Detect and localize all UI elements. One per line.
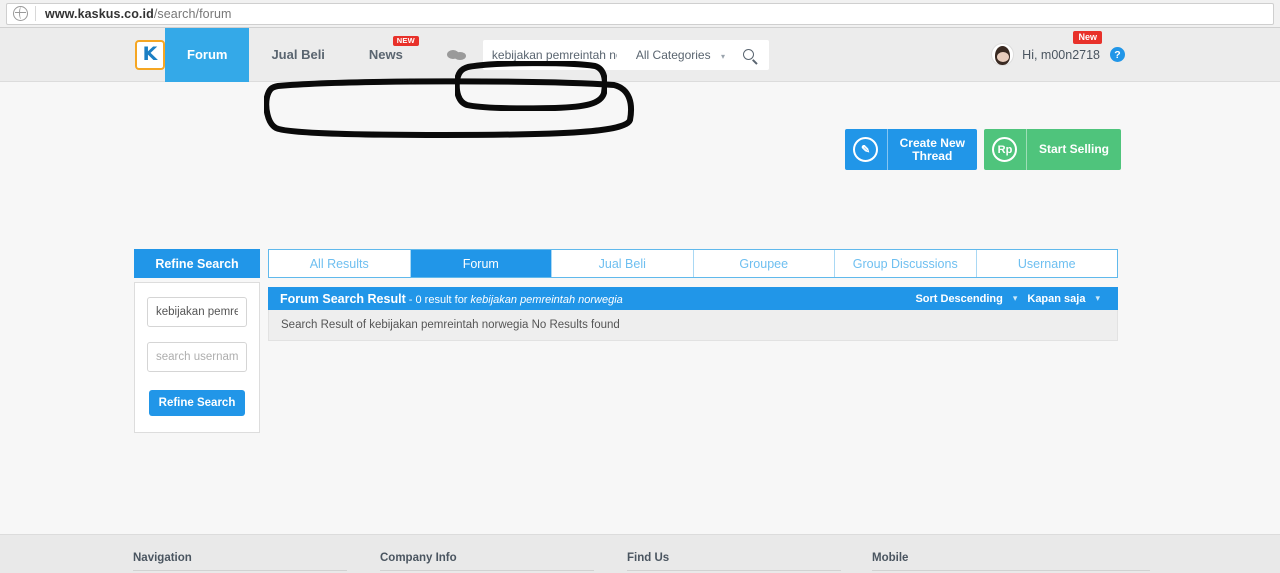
results-count: - 0 result for bbox=[405, 293, 471, 306]
tab-label: All Results bbox=[309, 256, 369, 271]
footer-heading: Find Us bbox=[627, 552, 670, 564]
time-chevron-icon: ▾ bbox=[1095, 293, 1100, 303]
site-footer: Navigation Company Info Find Us Mobile bbox=[0, 534, 1280, 573]
action-buttons: ✎ Create New Thread Rp Start Selling bbox=[844, 129, 1121, 170]
create-new-thread-button[interactable]: ✎ Create New Thread bbox=[844, 129, 977, 170]
globe-icon bbox=[13, 6, 28, 21]
logo-letter: K bbox=[142, 43, 158, 65]
nav-item-news[interactable]: News NEW bbox=[347, 28, 425, 82]
footer-divider bbox=[627, 570, 841, 571]
url-divider bbox=[35, 6, 36, 21]
footer-column-company-info: Company Info bbox=[380, 552, 594, 571]
search-tabs-row: Refine Search All Results Forum Jual Bel… bbox=[134, 249, 1118, 278]
tab-label: Forum bbox=[462, 256, 499, 271]
category-select[interactable]: All Categories ▾ bbox=[626, 48, 729, 62]
footer-heading: Company Info bbox=[380, 552, 457, 564]
pencil-icon: ✎ bbox=[845, 137, 887, 162]
tab-username[interactable]: Username bbox=[976, 250, 1117, 277]
time-filter-button[interactable]: Kapan saja bbox=[1027, 293, 1085, 305]
nav-item-forum[interactable]: Forum bbox=[165, 27, 250, 82]
tab-jual-beli[interactable]: Jual Beli bbox=[552, 250, 694, 277]
footer-column-mobile: Mobile bbox=[872, 552, 1150, 571]
search-input[interactable] bbox=[482, 39, 626, 70]
search-results-panel: Forum Search Result - 0 result for kebij… bbox=[268, 287, 1118, 341]
tab-label: Username bbox=[1017, 256, 1076, 271]
footer-column-find-us: Find Us bbox=[627, 552, 841, 571]
tab-groupee[interactable]: Groupee bbox=[693, 250, 835, 277]
category-label: All Categories bbox=[635, 47, 711, 62]
tab-label: Group Discussions bbox=[852, 256, 958, 271]
avatar bbox=[991, 43, 1015, 66]
results-query: kebijakan pemreintah norwegia bbox=[470, 293, 623, 306]
chevron-down-icon: ▾ bbox=[720, 51, 725, 61]
page-body: ✎ Create New Thread Rp Start Selling Ref… bbox=[0, 61, 1280, 534]
footer-heading: Navigation bbox=[133, 552, 192, 564]
footer-heading: Mobile bbox=[872, 552, 909, 564]
footer-divider bbox=[133, 570, 347, 571]
nav-item-label: News bbox=[368, 47, 403, 62]
refine-username-input[interactable] bbox=[147, 342, 247, 372]
refine-keyword-input[interactable] bbox=[147, 297, 247, 327]
result-tabs: All Results Forum Jual Beli Groupee Grou… bbox=[268, 249, 1118, 278]
tab-group-discussions[interactable]: Group Discussions bbox=[835, 250, 977, 277]
results-header-text: Forum Search Result - 0 result for kebij… bbox=[280, 292, 623, 306]
results-body: Search Result of kebijakan pemreintah no… bbox=[268, 310, 1118, 341]
tab-all-results[interactable]: All Results bbox=[269, 250, 411, 277]
user-greeting: Hi, m00n2718 bbox=[1022, 47, 1100, 62]
results-sort-controls: Sort Descending ▾ Kapan saja ▾ bbox=[915, 293, 1106, 305]
search-button[interactable] bbox=[729, 40, 769, 70]
footer-divider bbox=[872, 570, 1150, 571]
browser-toolbar: www.kaskus.co.id/search/forum bbox=[0, 0, 1280, 28]
results-header: Forum Search Result - 0 result for kebij… bbox=[268, 287, 1118, 310]
nav-item-label: Jual Beli bbox=[271, 47, 325, 62]
footer-divider bbox=[380, 570, 594, 571]
refine-search-panel: Refine Search bbox=[134, 282, 260, 433]
pencil-glyph: ✎ bbox=[853, 137, 879, 162]
tab-label: Jual Beli bbox=[598, 256, 646, 271]
rupiah-icon: Rp bbox=[984, 137, 1026, 162]
create-new-thread-label: Create New Thread bbox=[899, 135, 965, 163]
user-menu[interactable]: Hi, m00n2718 New ? bbox=[991, 31, 1125, 66]
url-domain: www.kaskus.co.id bbox=[45, 6, 154, 21]
tab-label: Groupee bbox=[739, 256, 789, 271]
nav-item-label: Forum bbox=[187, 47, 228, 62]
help-icon[interactable]: ? bbox=[1110, 47, 1125, 62]
tab-forum[interactable]: Forum bbox=[410, 250, 552, 277]
footer-column-navigation: Navigation bbox=[133, 552, 347, 571]
address-bar[interactable]: www.kaskus.co.id/search/forum bbox=[6, 2, 1274, 25]
sort-descending-button[interactable]: Sort Descending bbox=[915, 293, 1002, 305]
kaskus-logo[interactable]: K bbox=[135, 39, 165, 70]
refine-search-tab[interactable]: Refine Search bbox=[134, 249, 260, 278]
nav-item-jual-beli[interactable]: Jual Beli bbox=[249, 28, 346, 82]
url-path: /search/forum bbox=[153, 6, 232, 21]
site-header: K Forum Jual Beli News NEW All Categorie… bbox=[0, 27, 1280, 82]
url-text: www.kaskus.co.id/search/forum bbox=[45, 7, 232, 21]
refine-search-tab-label: Refine Search bbox=[155, 256, 239, 271]
search-icon bbox=[743, 49, 755, 60]
rupiah-glyph: Rp bbox=[992, 137, 1018, 162]
no-results-message: Search Result of kebijakan pemreintah no… bbox=[281, 319, 620, 331]
refine-search-submit-button[interactable]: Refine Search bbox=[148, 390, 246, 416]
start-selling-button[interactable]: Rp Start Selling bbox=[983, 129, 1121, 170]
chat-bubble-icon[interactable] bbox=[446, 49, 466, 61]
new-badge: NEW bbox=[392, 35, 419, 46]
sort-chevron-icon: ▾ bbox=[1012, 293, 1018, 303]
search-result-highlight bbox=[264, 78, 636, 140]
start-selling-label: Start Selling bbox=[1038, 142, 1109, 156]
header-search: All Categories ▾ bbox=[482, 39, 769, 70]
user-new-badge: New bbox=[1073, 31, 1102, 44]
results-title: Forum Search Result bbox=[280, 291, 406, 306]
